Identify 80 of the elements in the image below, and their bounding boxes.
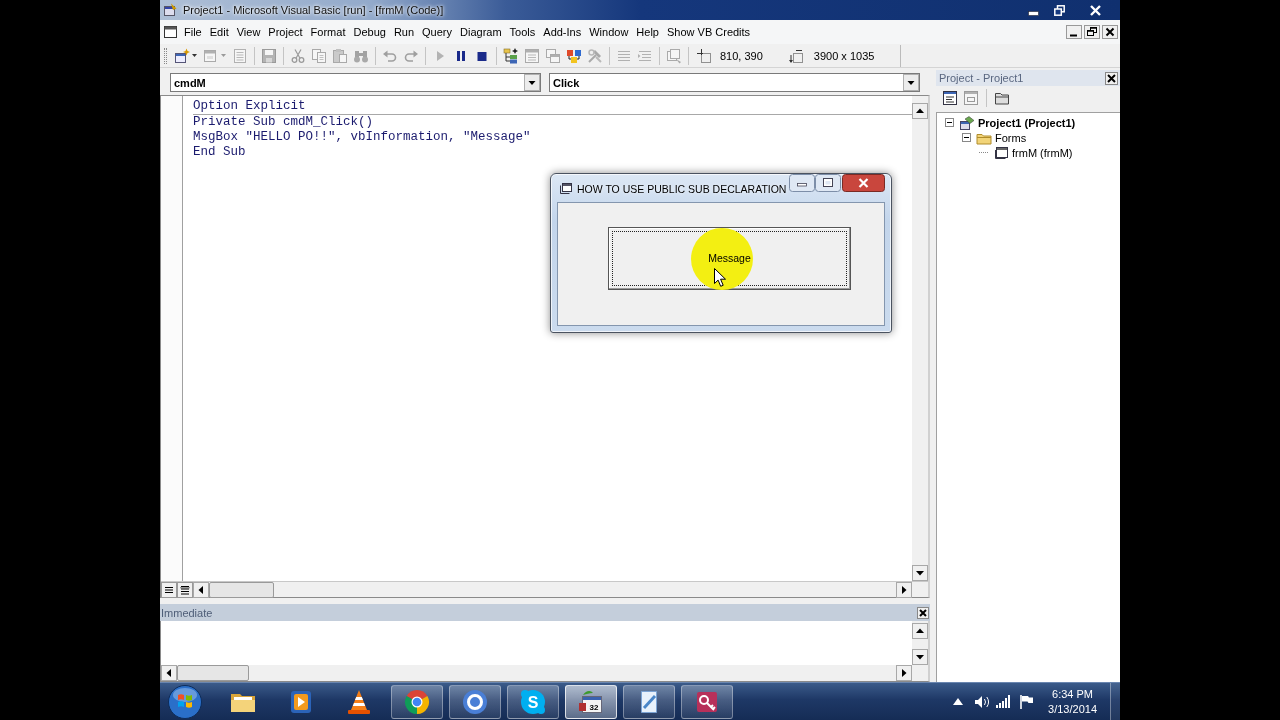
object-dropdown[interactable]: cmdM: [170, 73, 541, 92]
menu-item[interactable]: Edit: [205, 23, 233, 41]
menu-item[interactable]: Diagram: [456, 23, 506, 41]
pane-title: Immediate: [161, 606, 213, 619]
show-desktop-button[interactable]: [1110, 683, 1120, 720]
cursor-highlight-icon: [691, 228, 753, 290]
message-button[interactable]: Message: [608, 227, 851, 290]
folder-icon[interactable]: [994, 90, 1010, 106]
tree-window-icon[interactable]: [502, 47, 519, 64]
menu-item[interactable]: Project: [264, 23, 307, 41]
minimize-icon[interactable]: [1028, 10, 1039, 16]
taskbar-button[interactable]: [449, 684, 501, 719]
up-arrow-icon[interactable]: [953, 698, 964, 705]
menu-item[interactable]: Format: [306, 23, 350, 41]
maximize-icon[interactable]: [815, 174, 841, 192]
ring-logo-icon: [461, 687, 489, 716]
menu-item[interactable]: Window: [585, 23, 633, 41]
restore-icon[interactable]: [1084, 25, 1100, 39]
signal-bars-icon[interactable]: [996, 695, 1011, 708]
menu-item[interactable]: Tools: [505, 23, 540, 41]
tree-item[interactable]: Project1 (Project1): [978, 116, 1076, 129]
cubes-icon[interactable]: [565, 47, 582, 64]
procedure-view-icon[interactable]: [161, 582, 177, 598]
code-window-icon: [164, 26, 177, 38]
close-icon[interactable]: [917, 606, 929, 619]
flag-icon[interactable]: [1020, 694, 1034, 709]
vertical-scrollbar[interactable]: [912, 96, 928, 581]
toolbar-grip[interactable]: [164, 47, 167, 64]
speech-bubble-icon: S: [519, 687, 547, 716]
close-icon[interactable]: [842, 174, 885, 192]
menu-item[interactable]: View: [232, 23, 265, 41]
clock-time: 6:34 PM: [1052, 686, 1093, 702]
taskbar-button[interactable]: [391, 684, 443, 719]
menu-item[interactable]: Help: [632, 23, 663, 41]
window-title: Project1 - Microsoft Visual Basic [run] - [frmM (Code)]: [183, 4, 444, 16]
menu-item[interactable]: Debug: [349, 23, 390, 41]
size-readout: 3900 x 1035: [813, 49, 875, 62]
module-view-icon[interactable]: [177, 582, 193, 598]
dialog-title: HOW TO USE PUBLIC SUB DECLARATION: [577, 183, 787, 195]
project-icon: [959, 115, 975, 130]
menu-item[interactable]: Run: [389, 23, 419, 41]
app-icon: [163, 3, 177, 17]
form-icon: [993, 145, 1009, 160]
procedure-dropdown[interactable]: Click: [549, 73, 920, 92]
tricolor-circle-icon: [403, 687, 431, 716]
vertical-scrollbar[interactable]: [912, 621, 928, 665]
taskbar-button[interactable]: 32: [565, 684, 617, 719]
collapse-icon[interactable]: [945, 118, 954, 127]
scrollbar-thumb[interactable]: [177, 665, 249, 681]
code-line: Private Sub cmdM_Click(): [193, 115, 375, 130]
minimize-icon[interactable]: [1066, 25, 1082, 39]
close-icon[interactable]: [1105, 71, 1118, 85]
tree-item[interactable]: frmM (frmM): [1012, 146, 1073, 159]
pane-title: Project - Project1: [939, 72, 1024, 84]
close-icon[interactable]: [1102, 25, 1118, 39]
menu-item[interactable]: File: [180, 23, 206, 41]
position-readout: 810, 390: [720, 49, 763, 62]
position-icon: [697, 48, 711, 63]
collapse-icon[interactable]: [962, 133, 971, 142]
code-line: MsgBox "HELLO PO!!", vbInformation, "Message": [193, 130, 532, 145]
taskbar-button[interactable]: [681, 684, 733, 719]
taskbar-button[interactable]: [623, 684, 675, 719]
menu-item[interactable]: Query: [418, 23, 457, 41]
size-icon: [788, 48, 803, 63]
horizontal-scrollbar[interactable]: [193, 582, 912, 597]
clock-date: 3/13/2014: [1048, 701, 1097, 717]
menu-item[interactable]: Show VB Credits: [662, 23, 755, 41]
scrollbar-thumb[interactable]: [209, 582, 274, 598]
restore-icon[interactable]: [1054, 4, 1065, 16]
code-view-icon[interactable]: [942, 90, 958, 106]
window-star-icon[interactable]: [173, 47, 190, 64]
code-line: Option Explicit: [193, 99, 307, 114]
menu-item[interactable]: Add-Ins: [539, 23, 586, 41]
start-orb-icon[interactable]: [167, 683, 203, 720]
mouse-pointer-icon: [714, 268, 726, 287]
tree-item[interactable]: Forms: [995, 131, 1027, 144]
speaker-icon[interactable]: [974, 694, 991, 709]
window-icon: [560, 183, 572, 194]
caret-icon[interactable]: [192, 54, 197, 57]
code-line: End Sub: [193, 145, 247, 160]
